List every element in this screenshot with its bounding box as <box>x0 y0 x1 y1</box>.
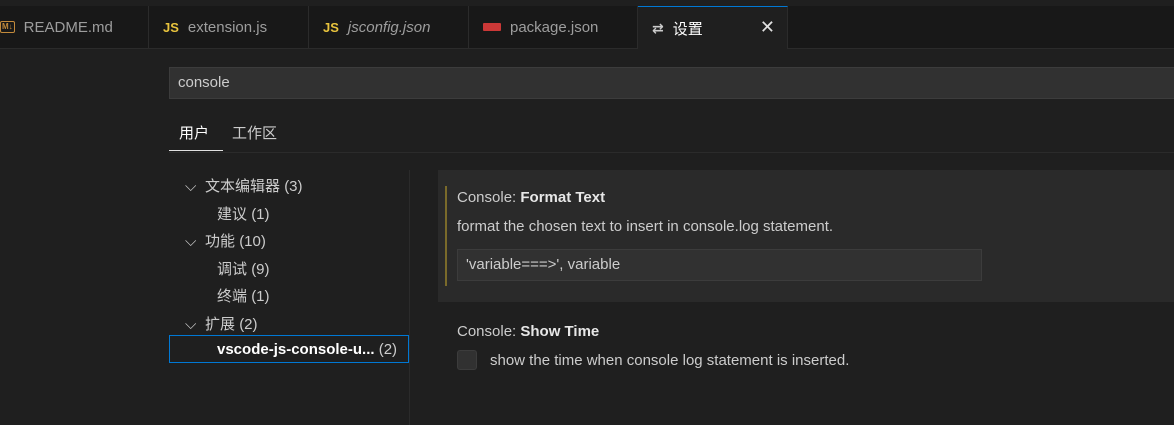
tab-workspace-settings[interactable]: 工作区 <box>232 122 277 143</box>
format-text-input[interactable]: 'variable===>', variable <box>457 249 982 281</box>
toc-divider[interactable] <box>409 170 410 425</box>
js-icon: JS <box>163 19 179 35</box>
toc-item-terminal[interactable]: 终端 (1) <box>217 285 270 306</box>
tab-label: package.json <box>510 18 599 36</box>
tab-package-json[interactable]: package.json <box>469 6 638 48</box>
chevron-down-icon: ⌵ <box>185 233 197 250</box>
setting-title: Console: Format Text <box>457 189 606 206</box>
tab-label: jsconfig.json <box>347 18 431 36</box>
editor-tab-bar: M↓ README.md JS extension.js JS jsconfig… <box>0 0 1174 49</box>
tab-user-settings[interactable]: 用户 <box>179 122 209 143</box>
tab-label: extension.js <box>187 18 268 36</box>
settings-search-input[interactable]: console <box>169 67 1174 99</box>
toc-item-text-editor[interactable]: ⌵ 文本编辑器 (3) <box>185 175 303 196</box>
tab-settings[interactable]: ⇄ 设置 ✕ <box>638 6 788 49</box>
markdown-icon: M↓ <box>0 21 15 33</box>
setting-description: show the time when console log statement… <box>490 352 850 369</box>
close-icon[interactable]: ✕ <box>760 17 775 38</box>
chevron-down-icon: ⌵ <box>185 316 197 333</box>
toc-item-extension-js-console[interactable]: vscode-js-console-u... (2) <box>217 341 397 358</box>
toc-item-extensions[interactable]: ⌵ 扩展 (2) <box>185 313 258 334</box>
npm-icon <box>483 23 501 31</box>
divider <box>169 152 1174 153</box>
show-time-checkbox[interactable] <box>457 350 477 370</box>
active-tab-indicator <box>169 150 223 151</box>
toc-item-suggest[interactable]: 建议 (1) <box>217 203 270 224</box>
setting-description: format the chosen text to insert in cons… <box>457 218 834 235</box>
settings-icon: ⇄ <box>652 19 664 36</box>
js-icon: JS <box>323 19 339 35</box>
tab-label: README.md <box>23 18 113 36</box>
setting-title: Console: Show Time <box>457 323 600 340</box>
tab-readme[interactable]: M↓ README.md <box>0 6 149 48</box>
tab-label: 设置 <box>672 20 703 38</box>
chevron-down-icon: ⌵ <box>185 178 197 195</box>
tab-jsconfig-json[interactable]: JS jsconfig.json <box>309 6 469 48</box>
tab-extension-js[interactable]: JS extension.js <box>149 6 309 48</box>
modified-indicator <box>445 186 447 286</box>
toc-item-features[interactable]: ⌵ 功能 (10) <box>185 230 266 251</box>
toc-item-debug[interactable]: 调试 (9) <box>217 258 270 279</box>
